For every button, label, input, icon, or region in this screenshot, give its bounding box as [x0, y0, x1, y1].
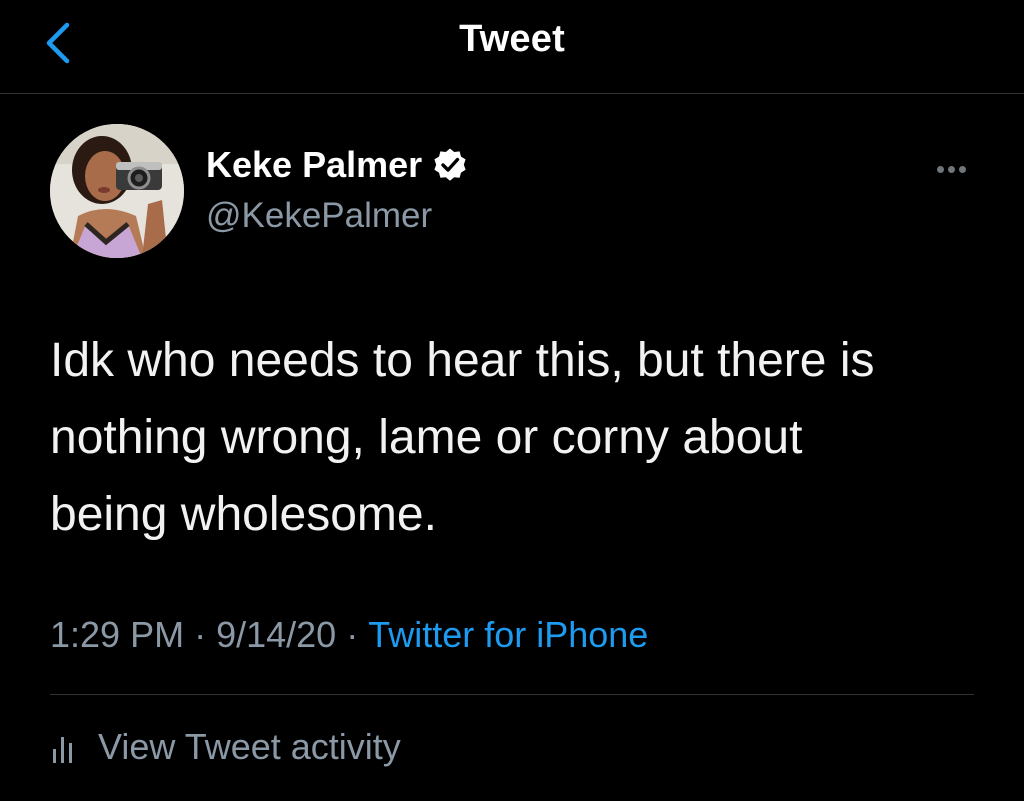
top-navigation-bar: Tweet: [0, 0, 1024, 94]
more-horizontal-icon: [936, 165, 944, 173]
tweet-date: 9/14/20: [216, 614, 337, 655]
analytics-bars-icon: [50, 729, 82, 765]
tweet-metadata: 1:29 PM · 9/14/20 · Twitter for iPhone: [50, 614, 648, 656]
verified-badge-icon: [432, 147, 468, 183]
avatar[interactable]: [50, 124, 184, 258]
page-title: Tweet: [459, 18, 565, 60]
view-tweet-activity-label: View Tweet activity: [98, 726, 401, 767]
divider: [50, 694, 974, 695]
author-name-row[interactable]: Keke Palmer: [206, 144, 468, 186]
view-tweet-activity-button[interactable]: View Tweet activity: [50, 722, 401, 772]
meta-separator: ·: [346, 614, 359, 655]
more-horizontal-icon: [947, 165, 955, 173]
tweet-detail-screen: Tweet Keke Palmer @KekePalmer Idk who ne…: [0, 0, 1024, 801]
avatar-photo: [50, 124, 184, 258]
tweet-author-header: Keke Palmer @KekePalmer: [50, 124, 974, 264]
meta-separator: ·: [194, 614, 207, 655]
tweet-time: 1:29 PM: [50, 614, 185, 655]
tweet-text-line: Idk who needs to hear this, but there is: [50, 334, 875, 387]
more-options-button[interactable]: [928, 154, 974, 184]
author-display-name[interactable]: Keke Palmer: [206, 144, 422, 186]
more-horizontal-icon: [958, 165, 966, 173]
tweet-source-link[interactable]: Twitter for iPhone: [368, 614, 648, 655]
tweet-text-line: being wholesome.: [50, 488, 437, 541]
author-handle[interactable]: @KekePalmer: [206, 196, 432, 236]
tweet-body: Idk who needs to hear this, but there is…: [50, 322, 990, 553]
tweet-text-line: nothing wrong, lame or corny about: [50, 411, 803, 464]
